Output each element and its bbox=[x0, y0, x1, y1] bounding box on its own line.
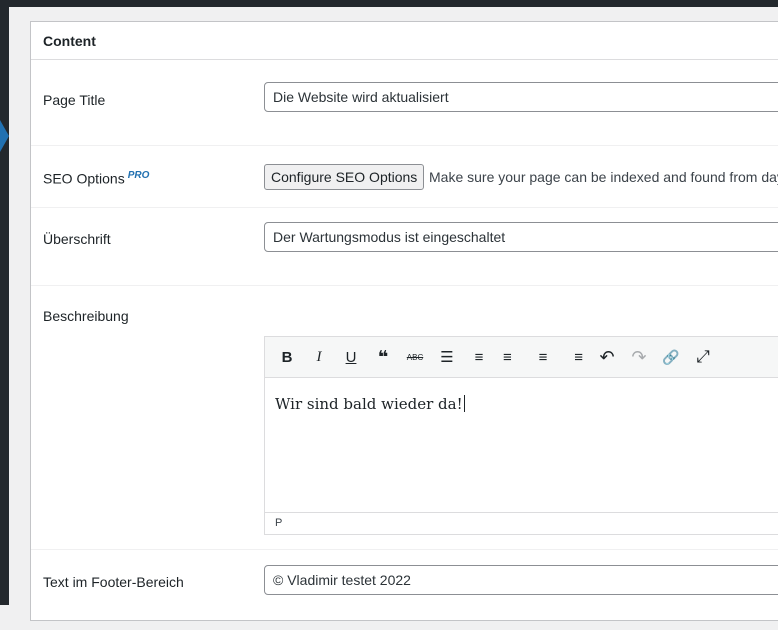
content-panel: Content Page Title Die Website wird aktu… bbox=[30, 21, 778, 621]
page-title-label: Page Title bbox=[43, 92, 106, 108]
configure-seo-button[interactable]: Configure SEO Options bbox=[264, 164, 425, 190]
page-title-row: Page Title Die Website wird aktualisiert bbox=[31, 60, 778, 146]
page-title-input[interactable]: Die Website wird aktualisiert bbox=[264, 82, 778, 112]
top-admin-bar bbox=[0, 0, 778, 7]
editor-text: Wir sind bald wieder da! bbox=[275, 395, 463, 413]
editor-toolbar: B I U ❝ ABC ☰ ≡ ≡ ≡ ≡ ↶ ↷ 🔗 ⤢ bbox=[265, 337, 778, 378]
footer-row: Text im Footer-Bereich © Vladimir testet… bbox=[31, 550, 778, 630]
footer-label: Text im Footer-Bereich bbox=[43, 574, 184, 590]
redo-icon[interactable]: ↷ bbox=[623, 342, 655, 372]
blockquote-icon[interactable]: ❝ bbox=[367, 342, 399, 372]
fullscreen-icon[interactable]: ⤢ bbox=[687, 342, 719, 372]
editor-content[interactable]: Wir sind bald wieder da! bbox=[275, 395, 465, 413]
seo-row: SEO Options PRO Configure SEO Options Mak… bbox=[31, 146, 778, 208]
active-menu-arrow-icon bbox=[0, 120, 9, 152]
link-icon[interactable]: 🔗 bbox=[655, 342, 687, 372]
numbered-list-icon[interactable]: ≡ bbox=[463, 342, 495, 372]
heading-row: Überschrift Der Wartungsmodus ist einges… bbox=[31, 208, 778, 286]
strikethrough-icon[interactable]: ABC bbox=[399, 342, 431, 372]
bullet-list-icon[interactable]: ☰ bbox=[431, 342, 463, 372]
admin-sidebar bbox=[0, 0, 9, 605]
pro-badge: PRO bbox=[127, 170, 150, 181]
underline-icon[interactable]: U bbox=[335, 342, 367, 372]
seo-hint: Make sure your page can be indexed and f… bbox=[429, 169, 778, 185]
italic-icon[interactable]: I bbox=[303, 342, 335, 372]
seo-label: SEO Options PRO bbox=[43, 170, 149, 187]
element-path[interactable]: P bbox=[275, 517, 282, 529]
heading-input[interactable]: Der Wartungsmodus ist eingeschaltet bbox=[264, 222, 778, 252]
align-center-icon[interactable]: ≡ bbox=[527, 342, 559, 372]
undo-icon[interactable]: ↶ bbox=[591, 342, 623, 372]
footer-input[interactable]: © Vladimir testet 2022 bbox=[264, 565, 778, 595]
section-title: Content bbox=[31, 22, 778, 60]
seo-label-text: SEO Options bbox=[43, 170, 125, 187]
description-label: Beschreibung bbox=[43, 308, 129, 324]
text-caret bbox=[463, 395, 465, 412]
editor-statusbar: P bbox=[265, 512, 778, 534]
align-left-icon[interactable]: ≡ bbox=[495, 342, 527, 372]
align-right-icon[interactable]: ≡ bbox=[559, 342, 591, 372]
bold-icon[interactable]: B bbox=[271, 342, 303, 372]
description-editor: B I U ❝ ABC ☰ ≡ ≡ ≡ ≡ ↶ ↷ 🔗 ⤢ Wir sind b… bbox=[264, 336, 778, 535]
heading-label: Überschrift bbox=[43, 231, 111, 247]
